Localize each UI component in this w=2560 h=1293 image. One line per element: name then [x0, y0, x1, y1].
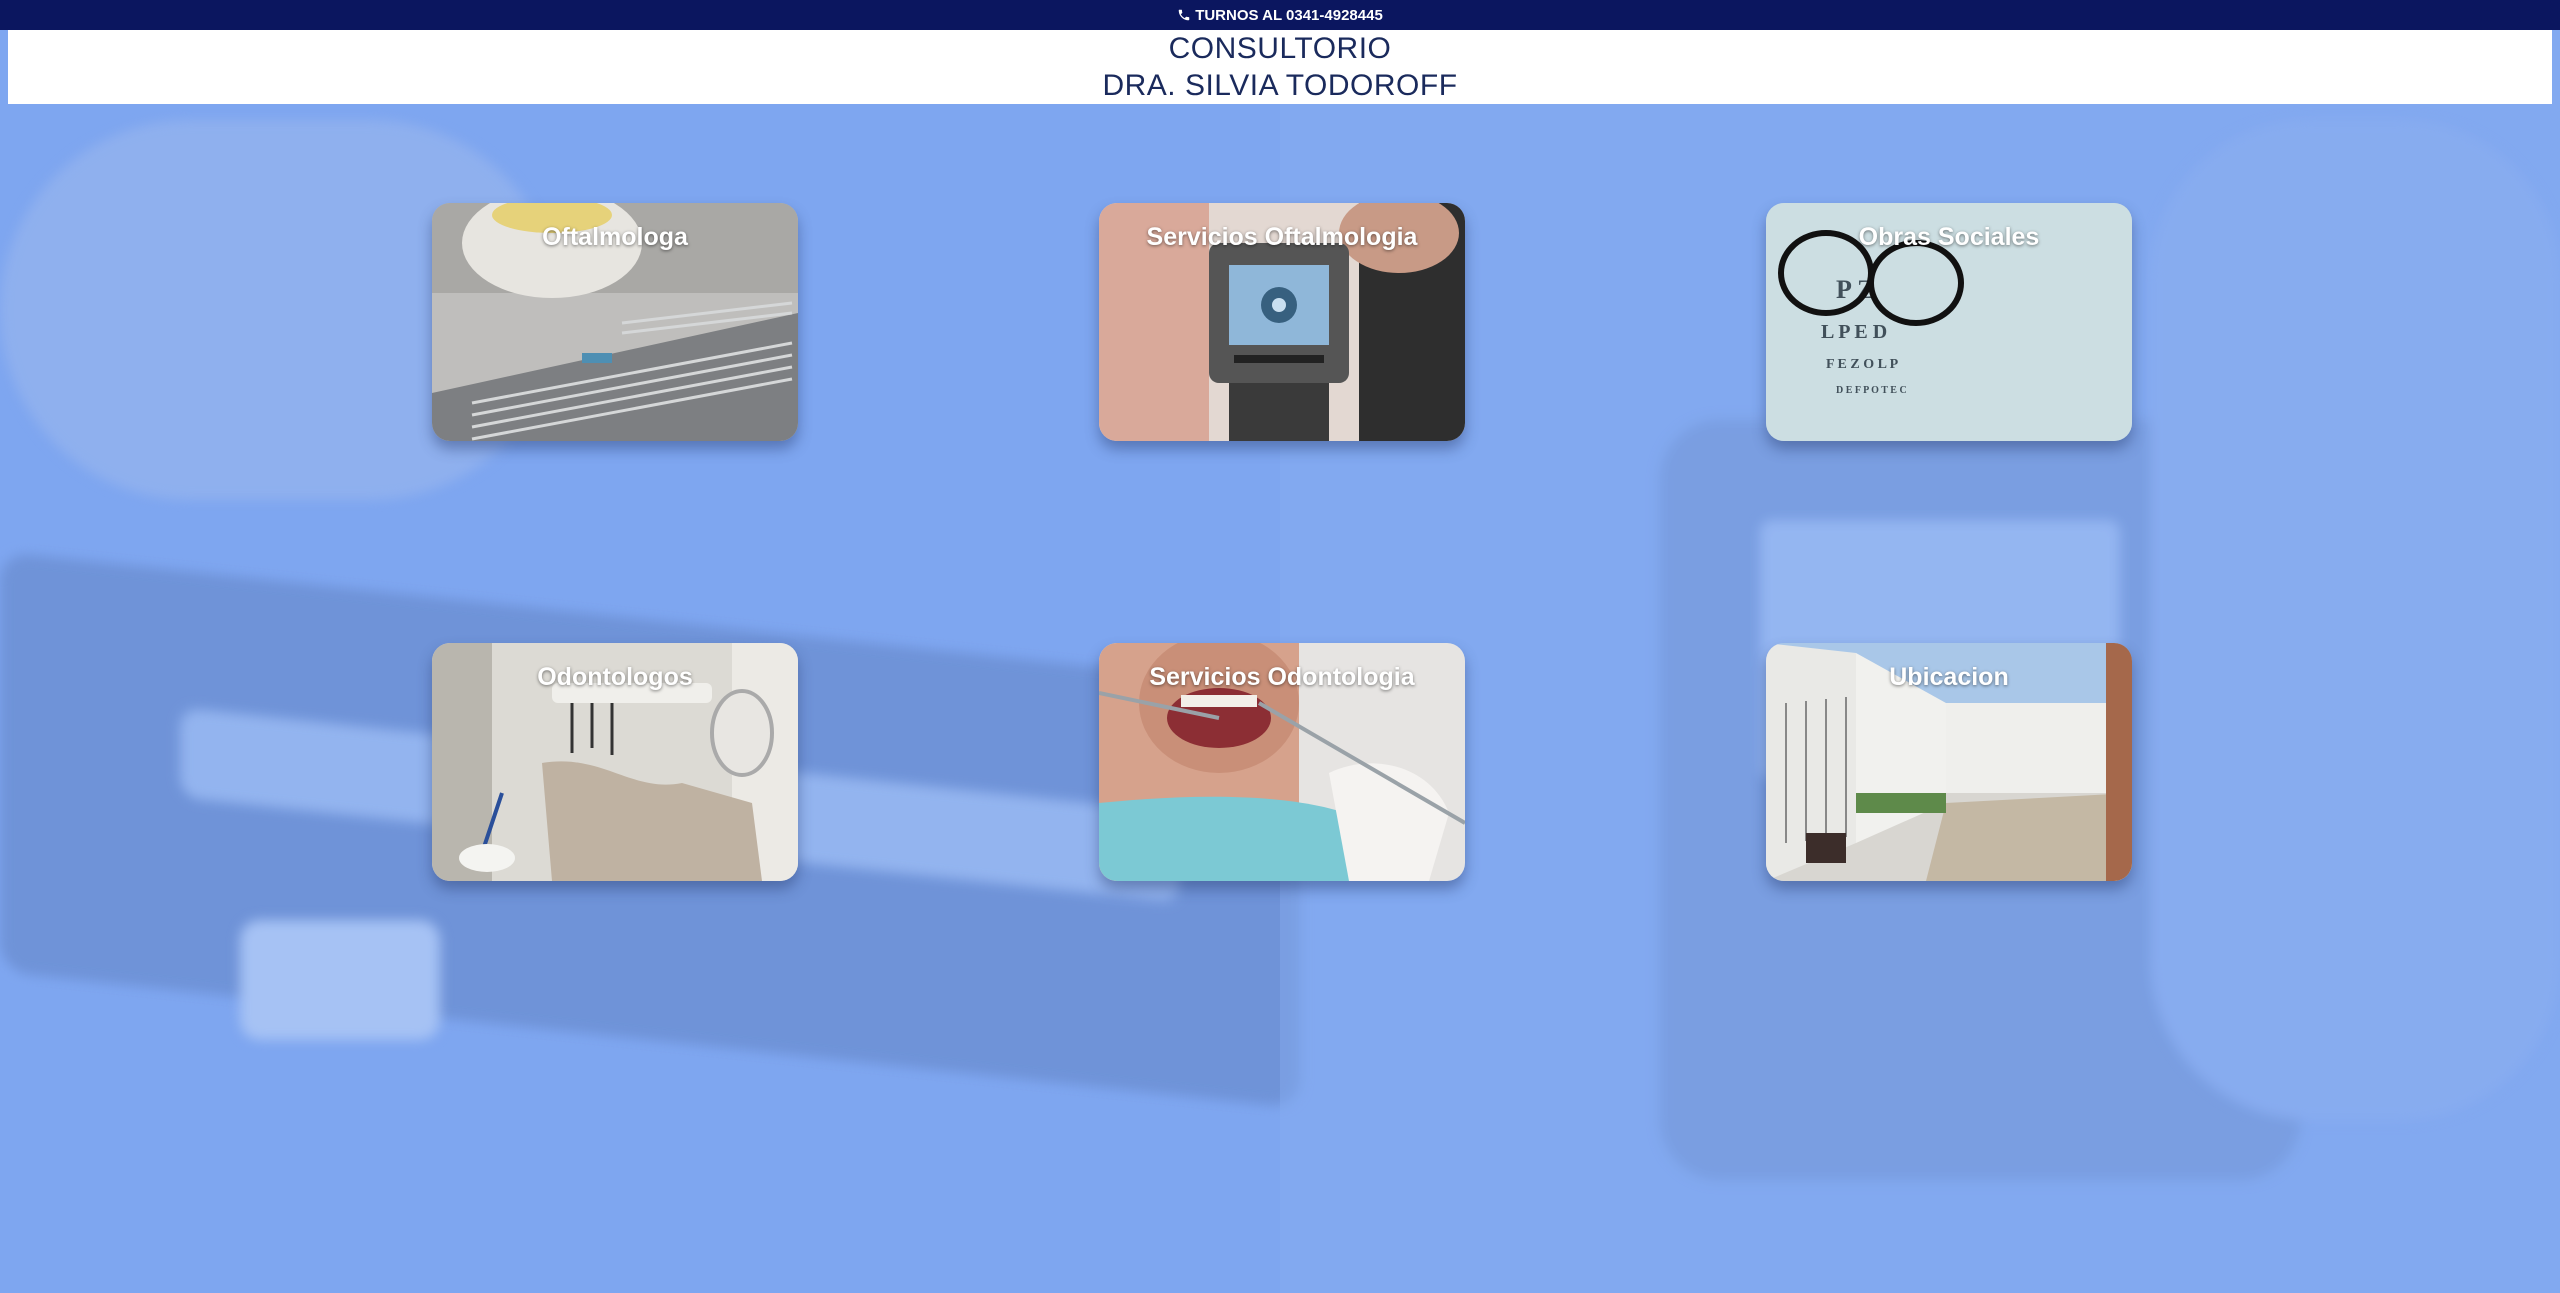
card-title: Odontologos [537, 663, 693, 691]
card-oftalmologa[interactable]: Oftalmologa [432, 203, 798, 441]
card-ubicacion[interactable]: Ubicacion [1766, 643, 2132, 881]
card-title: Servicios Oftalmologia [1146, 223, 1418, 251]
card-obras-sociales[interactable]: P Z L P E D F E Z O L P D E F P O T E C … [1766, 203, 2132, 441]
site-title-line2: DRA. SILVIA TODOROFF [1102, 69, 1458, 102]
card-title: Servicios Odontologia [1149, 663, 1415, 691]
card-title: Obras Sociales [1858, 223, 2040, 251]
card-title: Oftalmologa [542, 223, 688, 251]
card-title: Ubicacion [1889, 663, 2009, 691]
site-title-line1: CONSULTORIO [1168, 32, 1392, 65]
svg-text:D E F P O T E C: D E F P O T E C [1836, 385, 1907, 396]
svg-text:L P E D: L P E D [1821, 321, 1887, 343]
phone-icon [1178, 9, 1190, 21]
card-odontologos[interactable]: Odontologos [432, 643, 798, 881]
site-header: CONSULTORIO DRA. SILVIA TODOROFF [8, 30, 2552, 104]
card-servicios-oftalmologia[interactable]: Servicios Oftalmologia [1099, 203, 1465, 441]
phone-link[interactable]: TURNOS AL 0341-4928445 [1195, 7, 1383, 24]
svg-text:F E Z O L P: F E Z O L P [1826, 357, 1899, 372]
card-servicios-odontologia[interactable]: Servicios Odontologia [1099, 643, 1465, 881]
top-bar: TURNOS AL 0341-4928445 [0, 0, 2560, 30]
